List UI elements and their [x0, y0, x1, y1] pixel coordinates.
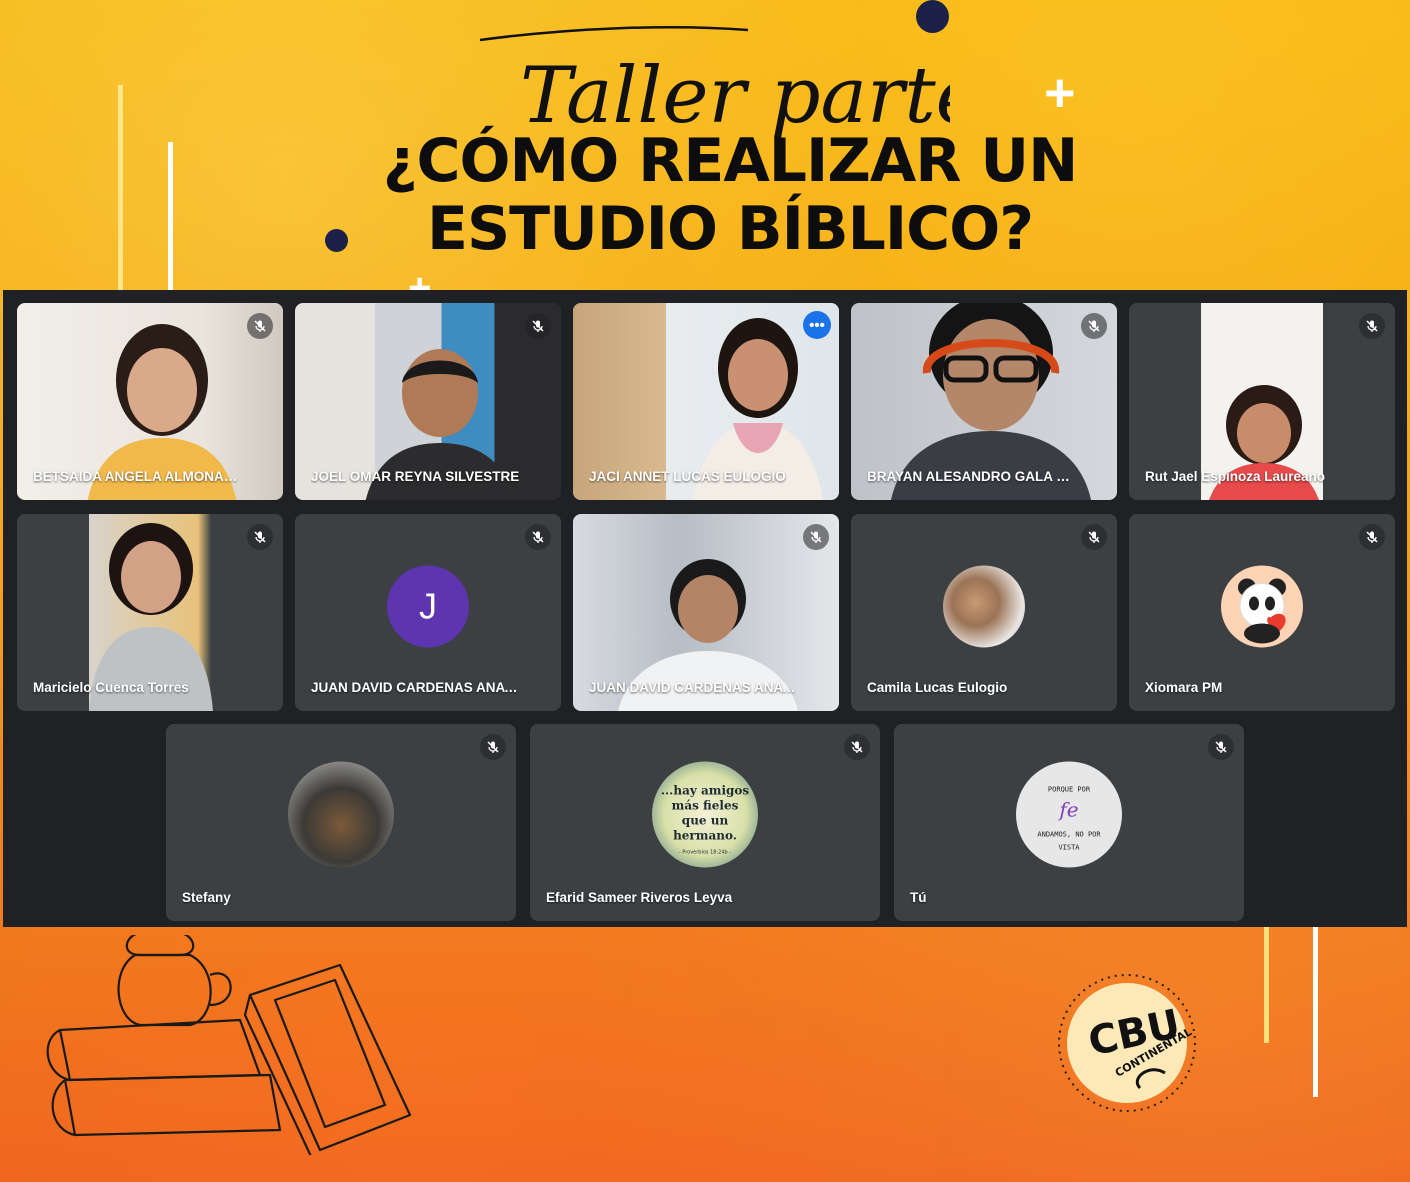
participant-tile[interactable]: BETSAIDA ANGELA ALMONACI...: [17, 303, 283, 500]
deco-line-white-left: [168, 142, 173, 292]
participant-tile[interactable]: ...hay amigos más fieles que un hermano.…: [530, 724, 880, 921]
headline-line2: ESTUDIO BÍBLICO?: [426, 194, 1034, 264]
plus-icon: +: [1044, 63, 1076, 123]
headline-line1: ¿CÓMO REALIZAR UN: [382, 126, 1079, 196]
mic-off-icon: [1208, 734, 1234, 760]
svg-text:- Proverbios 18:24b -: - Proverbios 18:24b -: [679, 849, 731, 855]
mic-off-icon: [844, 734, 870, 760]
participant-name: JUAN DAVID CARDENAS ANAYA: [311, 680, 521, 695]
participant-name: Camila Lucas Eulogio: [867, 680, 1008, 695]
mic-off-icon: [525, 524, 551, 550]
more-options-icon[interactable]: •••: [803, 311, 831, 339]
participant-name: Rut Jael Espinoza Laureano: [1145, 469, 1326, 484]
svg-text:PORQUE POR: PORQUE POR: [1048, 785, 1091, 793]
participant-name: JUAN DAVID CARDENAS ANAYA: [589, 680, 799, 695]
participant-name: BETSAIDA ANGELA ALMONACI...: [33, 469, 243, 484]
deco-line-yellow-left: [118, 85, 123, 295]
participant-name: Tú: [910, 890, 927, 905]
mic-off-icon: [525, 313, 551, 339]
avatar-photo: [288, 761, 394, 868]
mic-off-icon: [1081, 524, 1107, 550]
participant-name: Efarid Sameer Riveros Leyva: [546, 890, 733, 905]
avatar-panda-icon: [1221, 564, 1303, 647]
svg-text:VISTA: VISTA: [1058, 843, 1080, 851]
avatar: J: [387, 564, 469, 647]
participant-name: BRAYAN ALESANDRO GALA DE ...: [867, 469, 1077, 484]
poster: + + Taller parte 2 ¿CÓMO REALIZAR UN EST…: [0, 0, 1410, 1182]
deco-line-white-right: [1313, 925, 1318, 1097]
video-call-grid: BETSAIDA ANGELA ALMONACI... JOEL OMAR RE…: [3, 290, 1407, 927]
participant-tile[interactable]: J JUAN DAVID CARDENAS ANAYA: [295, 514, 561, 711]
mic-off-icon: [1359, 313, 1385, 339]
mic-off-icon: [1359, 524, 1385, 550]
participant-name: Maricielo Cuenca Torres: [33, 680, 189, 695]
participant-tile[interactable]: JOEL OMAR REYNA SILVESTRE: [295, 303, 561, 500]
participant-tile[interactable]: JUAN DAVID CARDENAS ANAYA: [573, 514, 839, 711]
avatar-faith-image: PORQUE POR fe ANDAMOS, NO POR VISTA: [1016, 761, 1122, 868]
svg-text:que un: que un: [682, 813, 729, 827]
script-title: Taller parte 2: [480, 26, 950, 141]
books-and-cup-illustration: [46, 935, 412, 1155]
mic-off-icon: [1081, 313, 1107, 339]
svg-text:ANDAMOS, NO POR: ANDAMOS, NO POR: [1037, 830, 1101, 838]
cbu-continental-logo: CBU CONTINENTAL: [1058, 974, 1196, 1112]
svg-text:...hay amigos: ...hay amigos: [661, 783, 750, 797]
deco-line-yellow-right: [1264, 925, 1269, 1043]
participant-tile-self[interactable]: PORQUE POR fe ANDAMOS, NO POR VISTA Tú: [894, 724, 1244, 921]
mic-off-icon: [803, 524, 829, 550]
participant-name: JOEL OMAR REYNA SILVESTRE: [311, 469, 520, 484]
svg-text:hermano.: hermano.: [673, 828, 737, 842]
participant-tile[interactable]: Maricielo Cuenca Torres: [17, 514, 283, 711]
participant-tile[interactable]: Xiomara PM: [1129, 514, 1395, 711]
participant-tile-active-speaker[interactable]: JACI ANNET LUCAS EULOGIO •••: [573, 303, 839, 500]
mic-off-icon: [247, 524, 273, 550]
svg-text:fe: fe: [1057, 797, 1078, 821]
participant-name: Stefany: [182, 890, 231, 905]
participant-tile[interactable]: Rut Jael Espinoza Laureano: [1129, 303, 1395, 500]
participant-name: JACI ANNET LUCAS EULOGIO: [589, 469, 786, 484]
svg-text:más fieles: más fieles: [672, 798, 739, 812]
participant-name: Xiomara PM: [1145, 680, 1223, 695]
avatar-cats-photo: [943, 564, 1025, 647]
avatar-verse-image: ...hay amigos más fieles que un hermano.…: [652, 761, 758, 868]
mic-off-icon: [247, 313, 273, 339]
participant-tile[interactable]: BRAYAN ALESANDRO GALA DE ...: [851, 303, 1117, 500]
participant-tile[interactable]: Camila Lucas Eulogio: [851, 514, 1117, 711]
mic-off-icon: [480, 734, 506, 760]
participant-tile[interactable]: Stefany: [166, 724, 516, 921]
